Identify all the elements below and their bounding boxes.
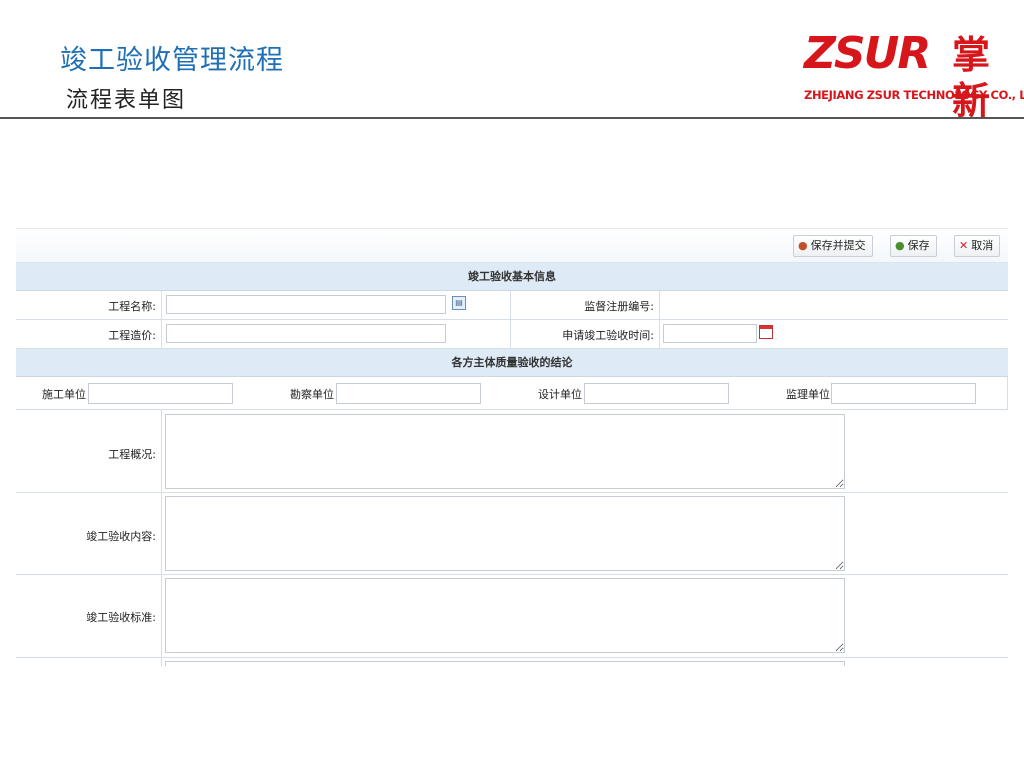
lookup-icon[interactable]: ▤ (452, 296, 466, 310)
close-icon: ✕ (959, 239, 969, 252)
cell-divider (161, 575, 162, 657)
row-units: 施工单位 勘察单位 设计单位 监理单位 (16, 377, 1008, 410)
supervisor-unit-label: 监理单位 (786, 388, 830, 401)
cell-divider (510, 320, 511, 348)
project-cost-label: 工程造价: (108, 329, 156, 342)
standard-textarea[interactable] (165, 578, 845, 653)
row-content: 竣工验收内容: (16, 493, 1008, 575)
apply-time-label: 申请竣工验收时间: (562, 329, 654, 342)
cell-divider (510, 291, 511, 319)
save-submit-button[interactable]: ● 保存并提交 (793, 235, 873, 257)
calendar-icon[interactable] (759, 325, 773, 339)
standard-label: 竣工验收标准: (86, 611, 156, 624)
project-cost-input[interactable] (166, 324, 446, 343)
header-divider (0, 117, 1024, 119)
slide-subtitle: 流程表单图 (66, 88, 187, 113)
cell-divider (161, 410, 162, 492)
survey-unit-label: 勘察单位 (290, 388, 334, 401)
save-label: 保存 (907, 239, 930, 252)
apply-time-input[interactable] (663, 324, 757, 343)
save-submit-label: 保存并提交 (810, 239, 866, 252)
cell-divider (659, 320, 660, 348)
cancel-button[interactable]: ✕ 取消 (954, 235, 1001, 257)
company-logo: ZSUR 掌新 ZHEJIANG ZSUR TECHNOLOGY CO., LT… (804, 28, 1024, 124)
content-label: 竣工验收内容: (86, 530, 156, 543)
user-icon: ● (895, 239, 905, 252)
section-basic-info: 竣工验收基本信息 (16, 263, 1008, 291)
acceptance-form: ● 保存并提交 ● 保存 ✕ 取消 竣工验收基本信息 工程名称: ▤ 监督注册编号: … (16, 228, 1008, 666)
cancel-label: 取消 (971, 239, 994, 252)
project-name-label: 工程名称: (108, 300, 156, 313)
cell-divider (161, 320, 162, 348)
overview-textarea[interactable] (165, 414, 845, 489)
survey-unit-input[interactable] (336, 383, 481, 404)
project-name-input[interactable] (166, 295, 446, 314)
supervisor-unit-input[interactable] (831, 383, 976, 404)
slide-title: 竣工验收管理流程 (60, 45, 284, 76)
user-icon: ● (798, 239, 808, 252)
supervision-no-label: 监督注册编号: (584, 300, 654, 313)
row-project-name: 工程名称: ▤ 监督注册编号: (16, 291, 1008, 320)
cell-divider (659, 291, 660, 319)
overview-label: 工程概况: (108, 448, 156, 461)
form-toolbar: ● 保存并提交 ● 保存 ✕ 取消 (16, 229, 1008, 263)
cell-divider (161, 493, 162, 574)
row-overview: 工程概况: (16, 410, 1008, 493)
cell-divider (161, 658, 162, 666)
content-textarea[interactable] (165, 496, 845, 571)
row-standard: 竣工验收标准: (16, 575, 1008, 658)
construction-unit-input[interactable] (88, 383, 233, 404)
construction-unit-label: 施工单位 (42, 388, 86, 401)
next-textarea[interactable] (165, 661, 845, 666)
logo-company-name: ZHEJIANG ZSUR TECHNOLOGY CO., LTD (804, 88, 1024, 102)
logo-mark: ZSUR (804, 28, 931, 79)
cell-divider (161, 291, 162, 319)
design-unit-input[interactable] (584, 383, 729, 404)
row-project-cost: 工程造价: 申请竣工验收时间: (16, 320, 1008, 349)
logo-chinese-name: 掌新 (952, 33, 991, 123)
save-button[interactable]: ● 保存 (890, 235, 937, 257)
design-unit-label: 设计单位 (538, 388, 582, 401)
row-next (16, 658, 1008, 666)
section-conclusion: 各方主体质量验收的结论 (16, 349, 1008, 377)
